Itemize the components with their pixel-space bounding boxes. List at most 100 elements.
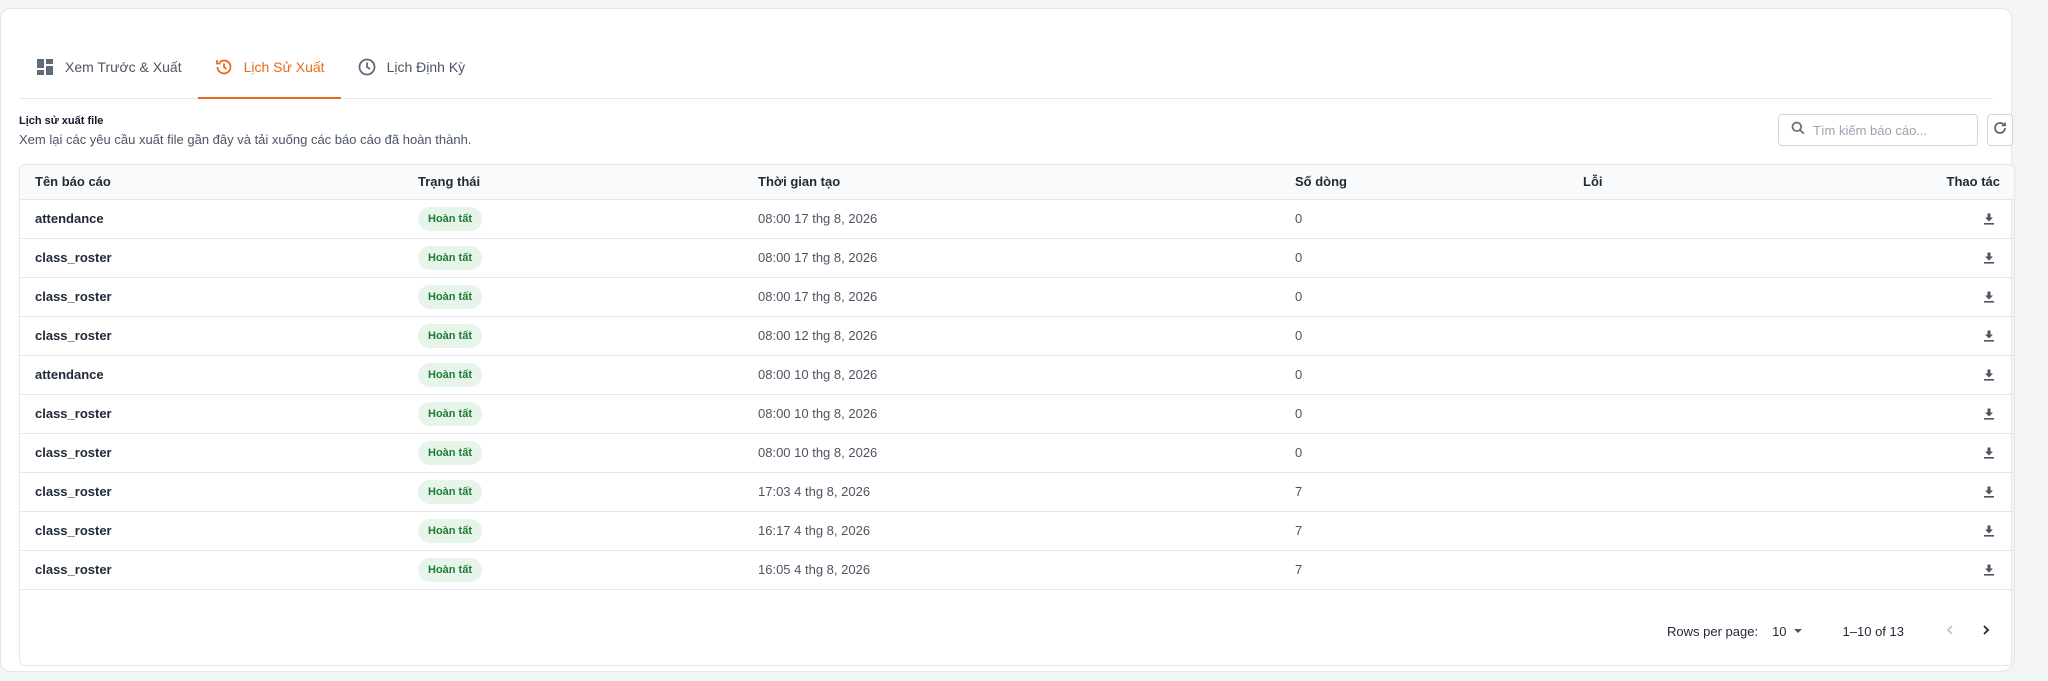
report-name: class_roster — [20, 472, 403, 512]
row-count: 0 — [1280, 316, 1568, 356]
actions-cell — [1699, 238, 2014, 278]
status-badge: Hoàn tất — [418, 284, 482, 309]
column-header-error: Lỗi — [1568, 165, 1700, 200]
download-button[interactable] — [1978, 208, 2000, 230]
report-name: class_roster — [20, 394, 403, 434]
rows-per-page-label: Rows per page: — [1667, 623, 1759, 639]
download-button[interactable] — [1978, 520, 2000, 542]
row-count: 0 — [1280, 199, 1568, 239]
previous-page-button[interactable] — [1936, 617, 1964, 645]
row-count: 0 — [1280, 277, 1568, 317]
tab-label: Xem Trước & Xuất — [65, 58, 182, 75]
error-cell — [1568, 355, 1700, 395]
export-table: Tên báo cáo Trạng thái Thời gian tạo Số … — [19, 164, 2015, 666]
download-icon — [1984, 408, 1994, 420]
caret-down-icon — [1793, 624, 1803, 639]
search-icon — [1791, 121, 1805, 140]
download-button[interactable] — [1978, 364, 2000, 386]
status-badge: Hoàn tất — [418, 362, 482, 387]
error-cell — [1568, 199, 1700, 239]
section-header: Lịch sử xuất file Xem lại các yêu cầu xu… — [19, 115, 471, 147]
actions-cell — [1699, 550, 2014, 590]
next-page-button[interactable] — [1972, 617, 2000, 645]
status-cell: Hoàn tất — [403, 511, 743, 551]
status-cell: Hoàn tất — [403, 550, 743, 590]
download-button[interactable] — [1978, 559, 2000, 581]
download-icon — [1984, 252, 1994, 264]
status-badge: Hoàn tất — [418, 440, 482, 465]
download-button[interactable] — [1978, 325, 2000, 347]
created-time: 08:00 17 thg 8, 2026 — [743, 277, 1280, 317]
status-cell: Hoàn tất — [403, 277, 743, 317]
actions-cell — [1699, 433, 2014, 473]
row-count: 7 — [1280, 550, 1568, 590]
report-name: attendance — [20, 199, 403, 239]
report-name: attendance — [20, 355, 403, 395]
table-row: attendance Hoàn tất 08:00 10 thg 8, 2026 0 — [20, 355, 2014, 395]
status-cell: Hoàn tất — [403, 238, 743, 278]
download-button[interactable] — [1978, 442, 2000, 464]
table-row: class_roster Hoàn tất 08:00 10 thg 8, 2026… — [20, 433, 2014, 473]
export-history-card: Xem Trước & Xuất Lịch Sử Xuất Lịch Định … — [0, 8, 2015, 672]
status-badge: Hoàn tất — [418, 245, 482, 270]
table-row: attendance Hoàn tất 08:00 17 thg 8, 2026 0 — [20, 199, 2014, 239]
column-header-name: Tên báo cáo — [20, 165, 403, 200]
created-time: 16:05 4 thg 8, 2026 — [743, 550, 1280, 590]
download-button[interactable] — [1978, 247, 2000, 269]
column-header-status: Trạng thái — [403, 165, 743, 200]
rows-per-page-select[interactable]: 10 — [1772, 624, 1808, 639]
created-time: 08:00 17 thg 8, 2026 — [743, 238, 1280, 278]
table-row: class_roster Hoàn tất 08:00 17 thg 8, 2026… — [20, 238, 2014, 278]
refresh-icon — [1992, 120, 2008, 141]
tab-bar: Xem Trước & Xuất Lịch Sử Xuất Lịch Định … — [19, 35, 1993, 99]
created-time: 17:03 4 thg 8, 2026 — [743, 472, 1280, 512]
report-name: class_roster — [20, 238, 403, 278]
status-badge: Hoàn tất — [418, 557, 482, 582]
row-count: 0 — [1280, 238, 1568, 278]
download-button[interactable] — [1978, 286, 2000, 308]
error-cell — [1568, 316, 1700, 356]
page-range: 1–10 of 13 — [1842, 623, 1904, 639]
table-row: class_roster Hoàn tất 08:00 12 thg 8, 2026… — [20, 316, 2014, 356]
download-icon — [1984, 330, 1994, 342]
actions-cell — [1699, 511, 2014, 551]
status-cell: Hoàn tất — [403, 394, 743, 434]
search-input[interactable] — [1813, 122, 1963, 138]
created-time: 16:17 4 thg 8, 2026 — [743, 511, 1280, 551]
table-header-row: Tên báo cáo Trạng thái Thời gian tạo Số … — [20, 165, 2014, 200]
status-badge: Hoàn tất — [418, 518, 482, 543]
report-name: class_roster — [20, 511, 403, 551]
report-name: class_roster — [20, 277, 403, 317]
table-row: class_roster Hoàn tất 16:05 4 thg 8, 2026 7 — [20, 550, 2014, 590]
actions-cell — [1699, 355, 2014, 395]
chevron-right-icon — [1980, 624, 1992, 639]
section-title: Lịch sử xuất file — [19, 115, 104, 127]
status-badge: Hoàn tất — [418, 323, 482, 348]
column-header-rows: Số dòng — [1280, 165, 1568, 200]
error-cell — [1568, 433, 1700, 473]
error-cell — [1568, 394, 1700, 434]
status-cell: Hoàn tất — [403, 355, 743, 395]
tab-preview-export[interactable]: Xem Trước & Xuất — [19, 35, 198, 98]
tab-schedule[interactable]: Lịch Định Kỳ — [341, 35, 482, 98]
error-cell — [1568, 277, 1700, 317]
created-time: 08:00 10 thg 8, 2026 — [743, 355, 1280, 395]
created-time: 08:00 10 thg 8, 2026 — [743, 394, 1280, 434]
status-cell: Hoàn tất — [403, 316, 743, 356]
search-box[interactable] — [1778, 114, 1978, 146]
download-button[interactable] — [1978, 481, 2000, 503]
error-cell — [1568, 472, 1700, 512]
table-row: class_roster Hoàn tất 16:17 4 thg 8, 2026 7 — [20, 511, 2014, 551]
actions-cell — [1699, 277, 2014, 317]
status-badge: Hoàn tất — [418, 479, 482, 504]
dashboard-icon — [35, 57, 55, 77]
download-icon — [1984, 447, 1994, 459]
pagination: Rows per page: 10 1–10 of 13 — [1667, 617, 2000, 645]
status-badge: Hoàn tất — [418, 206, 482, 231]
status-cell: Hoàn tất — [403, 472, 743, 512]
row-count: 0 — [1280, 355, 1568, 395]
tab-export-history[interactable]: Lịch Sử Xuất — [197, 35, 341, 99]
download-button[interactable] — [1978, 403, 2000, 425]
refresh-button[interactable] — [1987, 114, 2013, 146]
download-icon — [1984, 369, 1994, 381]
